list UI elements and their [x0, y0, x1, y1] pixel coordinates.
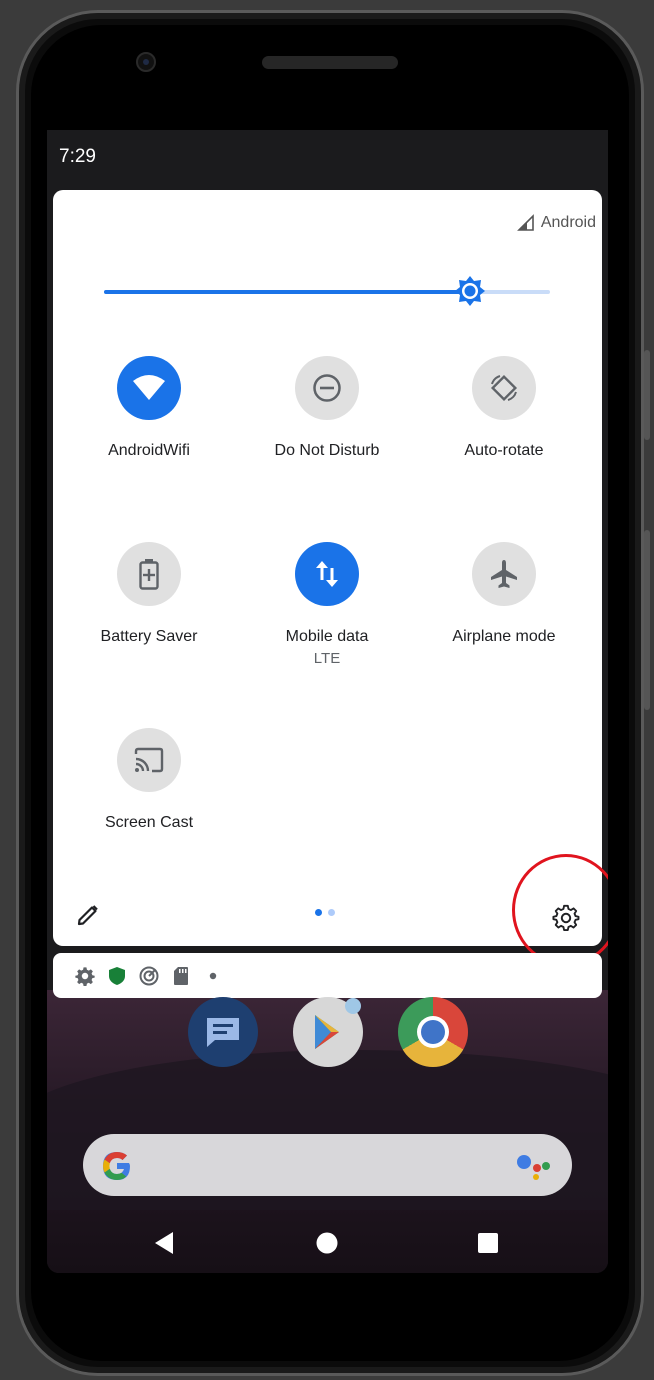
auto-rotate-icon — [490, 374, 518, 402]
screen-cast-icon — [134, 747, 164, 773]
airplane-icon — [491, 560, 517, 588]
navigation-bar — [47, 1215, 608, 1271]
home-button[interactable] — [311, 1227, 343, 1259]
status-time: 7:29 — [59, 146, 96, 167]
tile-label: Airplane mode — [452, 628, 556, 645]
tile-battery-button[interactable] — [117, 542, 181, 606]
notification-shelf[interactable] — [53, 953, 602, 998]
tile-airplane-button[interactable] — [472, 542, 536, 606]
brightness-icon — [454, 276, 485, 306]
tile-sublabel: LTE — [313, 650, 341, 667]
recents-button[interactable] — [472, 1227, 504, 1259]
front-camera — [136, 52, 156, 72]
quick-settings-panel: Android AndroidWifi Do Not Disturb Auto-… — [53, 190, 608, 966]
messages-app-icon[interactable] — [188, 997, 258, 1067]
power-button[interactable] — [644, 350, 650, 440]
carrier-name: Android — [540, 214, 596, 231]
tile-rotate-button[interactable] — [472, 356, 536, 420]
shield-icon — [107, 966, 127, 986]
chrome-app-icon[interactable] — [398, 997, 468, 1067]
do-not-disturb-icon — [313, 374, 341, 402]
tile-label: Mobile data — [285, 628, 369, 645]
settings-highlight-circle — [512, 854, 608, 966]
tile-wifi[interactable]: AndroidWifi — [60, 356, 238, 460]
tile-label: Auto-rotate — [464, 442, 544, 459]
carrier-info: Android — [516, 214, 596, 232]
edit-tiles-button[interactable] — [73, 900, 103, 930]
brightness-thumb[interactable] — [453, 274, 487, 308]
brightness-fill — [104, 290, 470, 294]
battery-saver-icon — [139, 559, 159, 590]
earpiece-speaker — [262, 56, 398, 69]
assistant-icon[interactable] — [516, 1152, 552, 1180]
sd-card-icon — [171, 966, 191, 986]
tile-airplane-mode[interactable]: Airplane mode — [415, 542, 593, 646]
tile-label: AndroidWifi — [108, 442, 190, 459]
notification-badge — [345, 998, 361, 1014]
mobile-data-icon — [316, 561, 338, 587]
tile-label: Do Not Disturb — [274, 442, 380, 459]
page-indicator — [315, 909, 335, 916]
brightness-slider[interactable] — [104, 276, 550, 306]
tile-mobile-data-button[interactable] — [295, 542, 359, 606]
tile-cast-button[interactable] — [117, 728, 181, 792]
tile-auto-rotate[interactable]: Auto-rotate — [415, 356, 593, 460]
tile-wifi-button[interactable] — [117, 356, 181, 420]
screen: 7:29 Android AndroidWifi Do Not Disturb … — [47, 130, 608, 1273]
vpn-icon — [139, 966, 159, 986]
back-button[interactable] — [148, 1227, 180, 1259]
google-search-bar[interactable] — [83, 1134, 572, 1196]
wifi-icon — [133, 375, 165, 400]
tile-label: Battery Saver — [100, 628, 198, 645]
recents-icon — [478, 1233, 498, 1253]
settings-icon — [75, 966, 95, 986]
tile-dnd-button[interactable] — [295, 356, 359, 420]
tile-screen-cast[interactable]: Screen Cast — [60, 728, 238, 832]
volume-button[interactable] — [644, 530, 650, 710]
tile-battery-saver[interactable]: Battery Saver — [60, 542, 238, 646]
home-icon — [316, 1232, 338, 1254]
back-icon — [155, 1232, 173, 1254]
tile-do-not-disturb[interactable]: Do Not Disturb — [238, 356, 416, 460]
tile-mobile-data[interactable]: Mobile data LTE — [238, 542, 416, 667]
tile-label: Screen Cast — [104, 814, 194, 831]
emulator-frame: 7:29 Android AndroidWifi Do Not Disturb … — [0, 0, 654, 1380]
more-dot-icon — [203, 966, 223, 986]
signal-icon — [516, 214, 534, 231]
google-g-icon — [103, 1152, 130, 1180]
page-dot — [328, 909, 335, 916]
page-dot-active — [315, 909, 322, 916]
pencil-icon — [77, 905, 98, 926]
